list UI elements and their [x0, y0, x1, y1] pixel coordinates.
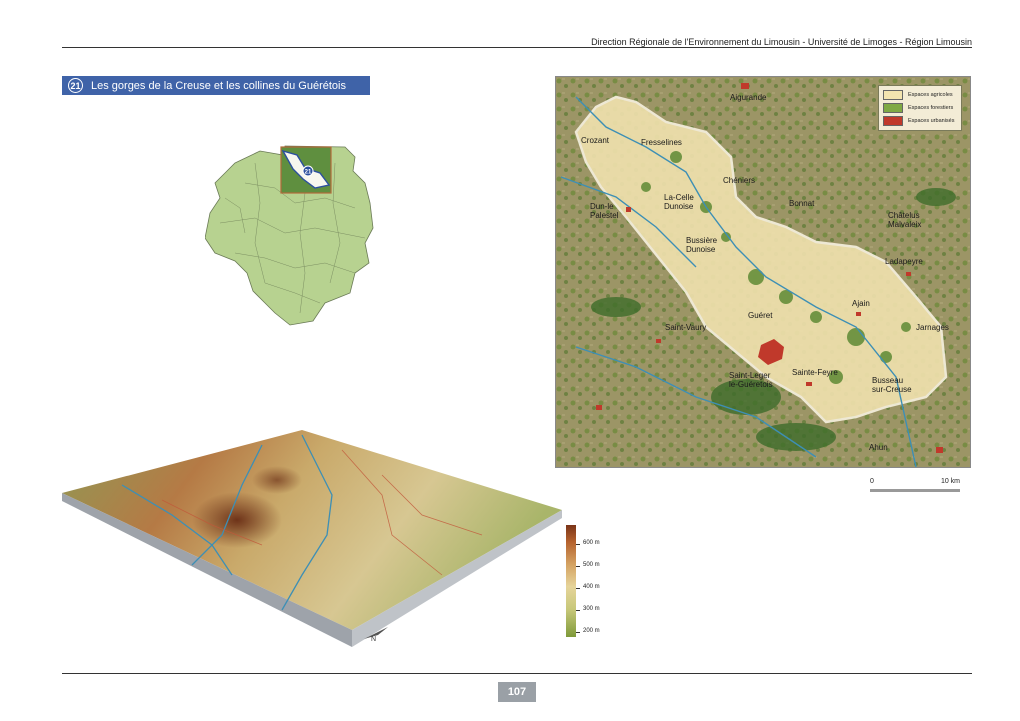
map-legend: Espaces agricoles Espaces forestiers Esp… — [878, 85, 962, 131]
section-title: Les gorges de la Creuse et les collines … — [91, 79, 346, 92]
place-label: Dun-le Palestel — [590, 202, 619, 220]
section-title-bar: 21 Les gorges de la Creuse et les collin… — [62, 76, 370, 95]
place-label: Busseau sur-Creuse — [872, 376, 912, 394]
legend-label: Espaces urbanisés — [908, 117, 955, 124]
place-label: Ajain — [852, 299, 870, 308]
place-label: Ladapeyre — [885, 257, 923, 266]
place-label: Chéniers — [723, 176, 756, 185]
place-label: Guéret — [748, 311, 773, 320]
place-label: Ahun — [869, 443, 888, 452]
legend-label: Espaces agricoles — [908, 91, 953, 98]
locator-map: 21 — [205, 145, 374, 326]
running-header: Direction Régionale de l'Environnement d… — [591, 37, 972, 47]
scale-end-label: 10 km — [940, 478, 960, 485]
place-label: Fresselines — [641, 138, 682, 147]
elevation-legend: 600 m 500 m 400 m 300 m 200 m — [566, 525, 626, 640]
elevation-label: 200 m — [583, 628, 600, 634]
land-use-map: Aigurande Crozant Fresselines Chéniers L… — [555, 76, 971, 468]
legend-swatch-forest — [883, 102, 903, 113]
zone-marker-label: 21 — [305, 170, 312, 176]
elevation-label: 600 m — [583, 540, 600, 546]
legend-item: Espaces agricoles — [883, 88, 957, 101]
elevation-tick — [576, 544, 580, 545]
scale-bar: 0 10 km — [870, 478, 960, 498]
legend-label: Espaces forestiers — [908, 104, 954, 111]
place-label: Saint-Vaury — [665, 323, 707, 332]
elevation-label: 400 m — [583, 584, 600, 590]
elevation-tick — [576, 588, 580, 589]
place-label: Crozant — [581, 136, 610, 145]
place-label: Bussière Dunoise — [686, 236, 718, 254]
place-label: Bonnat — [789, 199, 815, 208]
map-background — [556, 77, 970, 467]
elevation-label: 300 m — [583, 606, 600, 612]
legend-swatch-agricultural — [883, 89, 903, 100]
elevation-label: 500 m — [583, 562, 600, 568]
elevation-tick — [576, 566, 580, 567]
place-label: Sainte-Feyre — [792, 368, 838, 377]
scale-line — [870, 489, 960, 492]
high-relief — [252, 466, 302, 494]
elevation-tick — [576, 610, 580, 611]
section-number-badge: 21 — [68, 78, 83, 93]
north-label: N — [371, 636, 376, 643]
place-label: Aigurande — [730, 93, 767, 102]
place-label: Châtelus Malvaleix — [888, 211, 922, 229]
legend-swatch-urban — [883, 115, 903, 126]
elevation-tick — [576, 632, 580, 633]
legend-item: Espaces forestiers — [883, 101, 957, 114]
place-label: Jarnages — [916, 323, 949, 332]
place-label: Saint-Leger le-Guéretois — [729, 371, 773, 389]
legend-item: Espaces urbanisés — [883, 114, 957, 127]
place-label: La-Celle Dunoise — [664, 193, 694, 211]
header-rule — [62, 47, 972, 48]
elevation-color-ramp — [566, 525, 576, 637]
footer-rule — [62, 673, 972, 674]
scale-start-label: 0 — [870, 478, 874, 485]
terrain-block-diagram: N — [62, 430, 562, 647]
page-number: 107 — [498, 682, 536, 702]
